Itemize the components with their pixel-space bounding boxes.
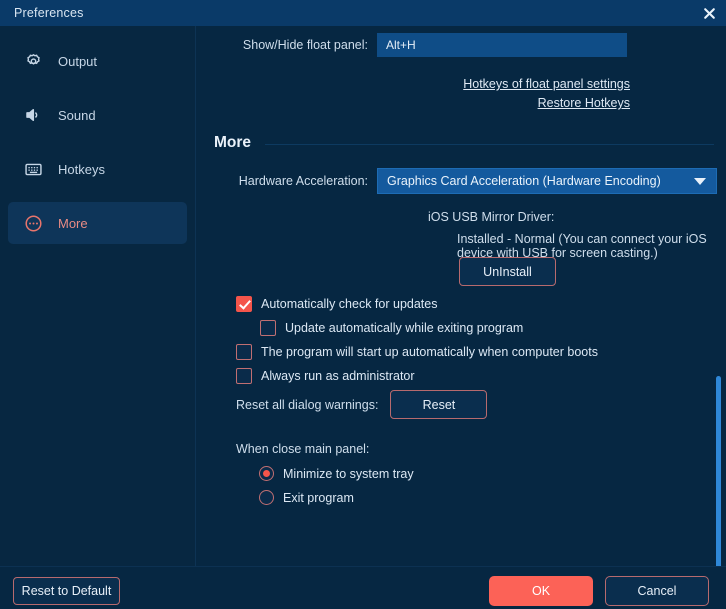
checkbox-label: Automatically check for updates [261, 297, 438, 311]
float-panel-label: Show/Hide float panel: [242, 38, 368, 52]
sidebar-item-output[interactable]: Output [8, 40, 187, 82]
reset-warnings-button[interactable]: Reset [390, 390, 488, 419]
checkbox-label: Update automatically while exiting progr… [285, 321, 524, 335]
cancel-button[interactable]: Cancel [605, 576, 709, 606]
sidebar: Output Sound Hotkeys More [0, 26, 196, 566]
radio-minimize-to-tray[interactable]: Minimize to system tray [259, 466, 414, 481]
reset-warnings-label: Reset all dialog warnings: [236, 397, 379, 412]
radio-indicator [259, 466, 274, 481]
sidebar-item-more[interactable]: More [8, 202, 187, 244]
sidebar-item-sound[interactable]: Sound [8, 94, 187, 136]
hardware-acceleration-row: Hardware Acceleration: Graphics Card Acc… [197, 168, 726, 194]
content-scrollbar-track[interactable] [716, 26, 724, 598]
hotkeys-float-panel-settings-link[interactable]: Hotkeys of float panel settings [463, 77, 630, 91]
checkbox-indicator [236, 344, 252, 360]
reset-to-default-button[interactable]: Reset to Default [13, 577, 120, 605]
checkbox-auto-check-updates[interactable]: Automatically check for updates [236, 296, 437, 312]
checkbox-update-on-exit[interactable]: Update automatically while exiting progr… [260, 320, 523, 336]
hardware-acceleration-select[interactable]: Graphics Card Acceleration (Hardware Enc… [377, 168, 717, 194]
float-panel-hotkey-row: Show/Hide float panel: [197, 26, 726, 64]
close-icon [703, 7, 715, 19]
section-divider [265, 144, 714, 145]
hardware-acceleration-label: Hardware Acceleration: [238, 174, 368, 188]
checkbox-indicator [236, 296, 252, 312]
ios-driver-title: iOS USB Mirror Driver: [428, 210, 555, 224]
uninstall-button[interactable]: UnInstall [459, 257, 556, 286]
sidebar-item-label: Hotkeys [58, 161, 105, 177]
restore-hotkeys-link-row: Restore Hotkeys [197, 96, 726, 110]
more-section-header: More [214, 134, 714, 152]
preferences-dialog: Preferences Output Sound Hotkeys More Sh… [0, 0, 726, 609]
radio-label: Minimize to system tray [283, 466, 414, 481]
checkbox-label: The program will start up automatically … [261, 345, 598, 359]
restore-hotkeys-link[interactable]: Restore Hotkeys [538, 96, 630, 110]
close-main-panel-label: When close main panel: [236, 442, 370, 456]
checkbox-label: Always run as administrator [261, 369, 415, 383]
keyboard-icon [22, 158, 44, 180]
radio-exit-program[interactable]: Exit program [259, 490, 354, 505]
more-circle-icon [22, 212, 44, 234]
hotkeys-settings-link-row: Hotkeys of float panel settings [197, 77, 726, 91]
checkbox-start-on-boot[interactable]: The program will start up automatically … [236, 344, 598, 360]
float-panel-hotkey-input[interactable] [377, 33, 627, 57]
section-title: More [214, 134, 252, 151]
sidebar-item-hotkeys[interactable]: Hotkeys [8, 148, 187, 190]
speaker-icon [22, 104, 44, 126]
title-bar: Preferences [0, 0, 726, 26]
hardware-acceleration-value: Graphics Card Acceleration (Hardware Enc… [387, 174, 661, 188]
close-button[interactable] [698, 2, 720, 24]
sidebar-item-label: Output [58, 53, 98, 69]
chevron-down-icon [694, 177, 706, 185]
sidebar-item-label: More [58, 215, 88, 231]
radio-label: Exit program [283, 490, 354, 505]
ok-button[interactable]: OK [489, 576, 593, 606]
content-scrollbar-thumb[interactable] [716, 376, 721, 598]
reset-dialog-warnings-row: Reset all dialog warnings: Reset [236, 390, 488, 419]
sidebar-item-label: Sound [58, 107, 96, 123]
ios-driver-status: Installed - Normal (You can connect your… [457, 232, 707, 260]
checkbox-run-as-administrator[interactable]: Always run as administrator [236, 368, 415, 384]
window-title: Preferences [14, 6, 84, 20]
checkbox-indicator [260, 320, 276, 336]
radio-indicator [259, 490, 274, 505]
checkbox-indicator [236, 368, 252, 384]
gear-icon [22, 50, 44, 72]
settings-content: Show/Hide float panel: Hotkeys of float … [197, 26, 726, 566]
